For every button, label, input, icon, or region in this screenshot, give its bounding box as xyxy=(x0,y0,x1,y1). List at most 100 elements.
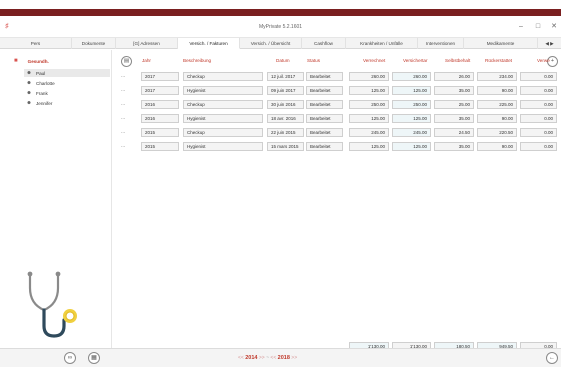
person-icon: ☻ xyxy=(26,100,32,106)
column-header-versichertar: Versichertar xyxy=(403,58,428,63)
cell-rueckerstattet[interactable]: 90.00 xyxy=(477,114,517,123)
close-icon[interactable]: ✕ xyxy=(547,21,561,33)
maximize-icon[interactable]: □ xyxy=(531,21,545,33)
cell-verrechnet[interactable]: 125.00 xyxy=(349,142,389,151)
grid-icon[interactable]: ▦ xyxy=(88,352,100,364)
tab-interventionen[interactable]: Interventionen xyxy=(418,38,464,49)
tab-scroll-arrows[interactable]: ◀ ▶ xyxy=(538,38,561,49)
cell-beschreibung[interactable]: Checkup xyxy=(183,128,263,137)
document-icon[interactable]: ▤ xyxy=(121,56,132,67)
tab-pers[interactable]: Pers xyxy=(0,38,72,49)
cell-verwendet[interactable]: 0.00 xyxy=(520,128,557,137)
cell-selbstbehalt[interactable]: 35.00 xyxy=(434,114,474,123)
table-row[interactable]: ... 2017 Hygienist 09 juin 2017 Bearbeit… xyxy=(113,85,561,96)
cell-versichertar[interactable]: 125.00 xyxy=(392,114,431,123)
cell-selbstbehalt[interactable]: 26.00 xyxy=(434,72,474,81)
link-icon[interactable]: ∞ xyxy=(64,352,76,364)
cell-selbstbehalt[interactable]: 25.00 xyxy=(434,100,474,109)
cell-beschreibung[interactable]: Hygienist xyxy=(183,114,263,123)
sidebar-item-charlotte[interactable]: ☻ Charlotte xyxy=(24,79,110,87)
prev-year-to-button[interactable]: << xyxy=(270,355,276,361)
cell-versichertar[interactable]: 125.00 xyxy=(392,142,431,151)
cell-jahr[interactable]: 2016 xyxy=(141,100,179,109)
back-arrow-icon[interactable]: ← xyxy=(546,352,558,364)
cell-verrechnet[interactable]: 250.00 xyxy=(349,100,389,109)
footer-bar: ∞ ▦ << 2014 >> ~ << 2018 >> ← xyxy=(0,348,561,367)
tab-adressen[interactable]: [G] Adressen xyxy=(116,38,178,49)
table-row[interactable]: ... 2017 Checkup 12 juil. 2017 Bearbeite… xyxy=(113,71,561,82)
cell-datum[interactable]: 18 avr. 2016 xyxy=(267,114,304,123)
cell-rueckerstattet[interactable]: 225.00 xyxy=(477,100,517,109)
table-row[interactable]: ... 2016 Checkup 30 juin 2016 Bearbeitet… xyxy=(113,99,561,110)
tab-versich-uebersicht[interactable]: Versich. / Übersicht xyxy=(240,38,302,49)
next-year-from-button[interactable]: >> xyxy=(259,355,265,361)
cell-rueckerstattet[interactable]: 220.50 xyxy=(477,128,517,137)
prev-year-from-button[interactable]: << xyxy=(238,355,244,361)
cell-verrechnet[interactable]: 245.00 xyxy=(349,128,389,137)
range-separator: ~ xyxy=(266,355,270,361)
sidebar-item-jennifer[interactable]: ☻ Jennifer xyxy=(24,99,110,107)
tab-medikamente[interactable]: Medikamente xyxy=(464,38,538,49)
cell-beschreibung[interactable]: Checkup xyxy=(183,72,263,81)
table-row[interactable]: ... 2015 Hygienist 15 mars 2015 Bearbeit… xyxy=(113,141,561,152)
cell-datum[interactable]: 09 juin 2017 xyxy=(267,86,304,95)
cell-verwendet[interactable]: 0.00 xyxy=(520,142,557,151)
cell-status[interactable]: Bearbeitet xyxy=(306,86,343,95)
cell-verwendet[interactable]: 0.00 xyxy=(520,72,557,81)
row-menu-icon[interactable]: ... xyxy=(121,115,125,121)
column-header-status: Status xyxy=(307,58,321,63)
cell-jahr[interactable]: 2016 xyxy=(141,114,179,123)
cell-verrechnet[interactable]: 125.00 xyxy=(349,86,389,95)
tab-krankheiten[interactable]: Krankheiten / Unfälle xyxy=(346,38,418,49)
row-menu-icon[interactable]: ... xyxy=(121,101,125,107)
cell-beschreibung[interactable]: Hygienist xyxy=(183,142,263,151)
cell-status[interactable]: Bearbeitet xyxy=(306,128,343,137)
cell-verrechnet[interactable]: 260.00 xyxy=(349,72,389,81)
cell-rueckerstattet[interactable]: 90.00 xyxy=(477,142,517,151)
cell-jahr[interactable]: 2015 xyxy=(141,128,179,137)
cell-rueckerstattet[interactable]: 234.00 xyxy=(477,72,517,81)
cell-versichertar[interactable]: 260.00 xyxy=(392,72,431,81)
tab-dokumente[interactable]: Dokumente xyxy=(72,38,116,49)
cell-datum[interactable]: 30 juin 2016 xyxy=(267,100,304,109)
cell-status[interactable]: Bearbeitet xyxy=(306,142,343,151)
sidebar-item-label: Charlotte xyxy=(36,80,55,86)
cell-verwendet[interactable]: 0.00 xyxy=(520,86,557,95)
minimize-icon[interactable]: – xyxy=(514,21,528,33)
tab-cashflow[interactable]: Cashflow xyxy=(302,38,346,49)
cell-verwendet[interactable]: 0.00 xyxy=(520,100,557,109)
cell-verwendet[interactable]: 0.00 xyxy=(520,114,557,123)
sidebar-item-label: Paul xyxy=(36,70,46,76)
table-row[interactable]: ... 2016 Hygienist 18 avr. 2016 Bearbeit… xyxy=(113,113,561,124)
cell-verrechnet[interactable]: 125.00 xyxy=(349,114,389,123)
cell-status[interactable]: Bearbeitet xyxy=(306,100,343,109)
row-menu-icon[interactable]: ... xyxy=(121,143,125,149)
cell-status[interactable]: Bearbeitet xyxy=(306,72,343,81)
cell-jahr[interactable]: 2015 xyxy=(141,142,179,151)
sidebar-item-frank[interactable]: ☻ Frank xyxy=(24,89,110,97)
cell-datum[interactable]: 12 juil. 2017 xyxy=(267,72,304,81)
tree-root-gesundheit[interactable]: ■ Gesundh. xyxy=(14,57,49,65)
cell-rueckerstattet[interactable]: 90.00 xyxy=(477,86,517,95)
row-menu-icon[interactable]: ... xyxy=(121,87,125,93)
cell-beschreibung[interactable]: Checkup xyxy=(183,100,263,109)
cell-status[interactable]: Bearbeitet xyxy=(306,114,343,123)
cell-jahr[interactable]: 2017 xyxy=(141,86,179,95)
cell-versichertar[interactable]: 245.00 xyxy=(392,128,431,137)
table-row[interactable]: ... 2015 Checkup 22 juin 2015 Bearbeitet… xyxy=(113,127,561,138)
cell-selbstbehalt[interactable]: 35.00 xyxy=(434,142,474,151)
sidebar-item-paul[interactable]: ☻ Paul xyxy=(24,69,110,77)
cell-datum[interactable]: 22 juin 2015 xyxy=(267,128,304,137)
cell-jahr[interactable]: 2017 xyxy=(141,72,179,81)
person-icon: ☻ xyxy=(26,80,32,86)
tab-versich-fakturen[interactable]: Versich. / Fakturen xyxy=(178,38,240,49)
cell-selbstbehalt[interactable]: 24.50 xyxy=(434,128,474,137)
cell-beschreibung[interactable]: Hygienist xyxy=(183,86,263,95)
row-menu-icon[interactable]: ... xyxy=(121,73,125,79)
next-year-to-button[interactable]: >> xyxy=(291,355,297,361)
cell-versichertar[interactable]: 250.00 xyxy=(392,100,431,109)
cell-datum[interactable]: 15 mars 2015 xyxy=(267,142,304,151)
cell-versichertar[interactable]: 125.00 xyxy=(392,86,431,95)
cell-selbstbehalt[interactable]: 35.00 xyxy=(434,86,474,95)
row-menu-icon[interactable]: ... xyxy=(121,129,125,135)
